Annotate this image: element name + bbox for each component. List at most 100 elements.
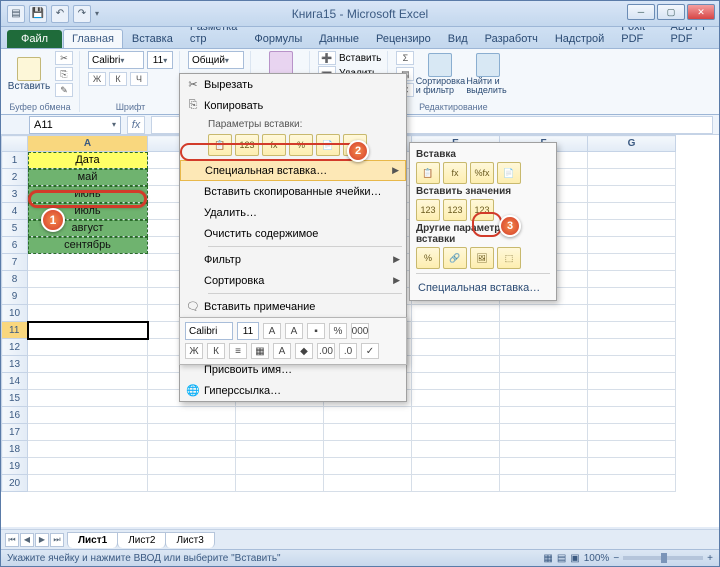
name-box[interactable]: A11▾ [29,116,121,134]
insert-cells-icon[interactable]: ➕ [318,51,336,65]
sheet-nav-next[interactable]: ▶ [35,533,49,547]
mini-fill-color[interactable]: ▪ [307,323,325,339]
tab-formulas[interactable]: Формулы [246,30,310,48]
cut-icon[interactable]: ✂ [55,51,73,65]
row-header[interactable]: 19 [2,458,28,475]
row-header[interactable]: 18 [2,441,28,458]
mini-font-size[interactable]: 11 [237,322,259,340]
number-format-select[interactable]: Общий▾ [188,51,244,69]
mini-format-painter[interactable]: ✓ [361,343,379,359]
row-header[interactable]: 16 [2,407,28,424]
sheet-nav-prev[interactable]: ◀ [20,533,34,547]
sub-other-4[interactable]: ⬚ [497,247,521,269]
row-header[interactable]: 8 [2,271,28,288]
cell-a11-selected[interactable] [28,322,148,339]
row-header[interactable]: 15 [2,390,28,407]
tab-view[interactable]: Вид [440,30,476,48]
excel-icon[interactable]: ▤ [7,5,25,23]
paste-button[interactable]: Вставить [7,57,51,92]
insert-cells-label[interactable]: Вставить [339,53,381,64]
sub-values-2[interactable]: 123 [443,199,467,221]
underline-button[interactable]: Ч [130,72,148,86]
zoom-in-button[interactable]: + [707,553,713,564]
row-header[interactable]: 3 [2,186,28,203]
cell-a1[interactable]: Дата [28,152,148,169]
sub-opt-4[interactable]: 📄 [497,162,521,184]
view-break-icon[interactable]: ▣ [570,553,579,564]
row-header[interactable]: 2 [2,169,28,186]
sheet-tab-3[interactable]: Лист3 [165,532,214,548]
minimize-button[interactable]: ─ [627,4,655,20]
sub-other-2[interactable]: 🔗 [443,247,467,269]
sub-other-1[interactable]: % [416,247,440,269]
mini-comma[interactable]: 000 [351,323,369,339]
mini-center[interactable]: ≡ [229,343,247,359]
maximize-button[interactable]: ▢ [657,4,685,20]
tab-addins[interactable]: Надстрой [547,30,612,48]
paste-opt-values[interactable]: 123 [235,134,259,156]
tab-review[interactable]: Рецензиро [368,30,439,48]
autosum-icon[interactable]: Σ [396,51,414,65]
paste-opt-formulas[interactable]: fx [262,134,286,156]
italic-button[interactable]: К [109,72,127,86]
mini-inc-decimal[interactable]: .00 [317,343,335,359]
zoom-slider[interactable] [623,556,703,560]
zoom-out-button[interactable]: − [613,553,619,564]
mini-fill[interactable]: ◆ [295,343,313,359]
row-header[interactable]: 13 [2,356,28,373]
fx-icon[interactable]: fx [127,116,145,134]
view-normal-icon[interactable]: ▦ [543,553,552,564]
tab-home[interactable]: Главная [63,29,123,48]
menu-paste-special[interactable]: Специальная вставка…▶ [180,160,406,181]
row-header[interactable]: 5 [2,220,28,237]
col-header-a[interactable]: A [28,136,148,152]
font-name-select[interactable]: Calibri▾ [88,51,144,69]
undo-icon[interactable]: ↶ [51,5,69,23]
sub-opt-3[interactable]: %fx [470,162,494,184]
format-painter-icon[interactable]: ✎ [55,83,73,97]
sort-filter-button[interactable]: Сортировка и фильтр [418,53,462,95]
font-size-select[interactable]: 11▾ [147,51,173,69]
cell-a3[interactable]: июнь [28,186,148,203]
mini-bold[interactable]: Ж [185,343,203,359]
cell-a2[interactable]: май [28,169,148,186]
tab-developer[interactable]: Разработч [477,30,546,48]
row-header[interactable]: 9 [2,288,28,305]
menu-copy[interactable]: ⎘Копировать [180,95,406,116]
sub-values-3[interactable]: 123 [470,199,494,221]
menu-filter[interactable]: Фильтр▶ [180,249,406,270]
menu-insert-copied[interactable]: Вставить скопированные ячейки… [180,181,406,202]
close-button[interactable]: ✕ [687,4,715,20]
mini-percent[interactable]: % [329,323,347,339]
row-header[interactable]: 4 [2,203,28,220]
row-header[interactable]: 14 [2,373,28,390]
menu-delete[interactable]: Удалить… [180,202,406,223]
qat-more-icon[interactable]: ▾ [95,9,99,18]
row-header[interactable]: 10 [2,305,28,322]
select-all-corner[interactable] [2,136,28,152]
menu-hyperlink[interactable]: 🌐Гиперссылка… [180,380,406,401]
tab-data[interactable]: Данные [311,30,367,48]
sub-opt-2[interactable]: fx [443,162,467,184]
copy-icon[interactable]: ⎘ [55,67,73,81]
row-header[interactable]: 17 [2,424,28,441]
mini-italic[interactable]: К [207,343,225,359]
bold-button[interactable]: Ж [88,72,106,86]
mini-font-color[interactable]: A [273,343,291,359]
mini-dec-decimal[interactable]: .0 [339,343,357,359]
sheet-tab-1[interactable]: Лист1 [67,532,118,548]
find-select-button[interactable]: Найти и выделить [466,53,510,95]
menu-cut[interactable]: ✂Вырезать [180,74,406,95]
col-header-g[interactable]: G [588,136,676,152]
menu-clear[interactable]: Очистить содержимое [180,223,406,244]
cell-a6[interactable]: сентябрь [28,237,148,254]
menu-sort[interactable]: Сортировка▶ [180,270,406,291]
submenu-paste-special-link[interactable]: Специальная вставка… [416,278,550,294]
save-icon[interactable]: 💾 [29,5,47,23]
row-header[interactable]: 20 [2,475,28,492]
row-header[interactable]: 11 [2,322,28,339]
sheet-nav-first[interactable]: ⏮ [5,533,19,547]
row-header[interactable]: 6 [2,237,28,254]
paste-opt-formatting[interactable]: % [289,134,313,156]
row-header[interactable]: 12 [2,339,28,356]
